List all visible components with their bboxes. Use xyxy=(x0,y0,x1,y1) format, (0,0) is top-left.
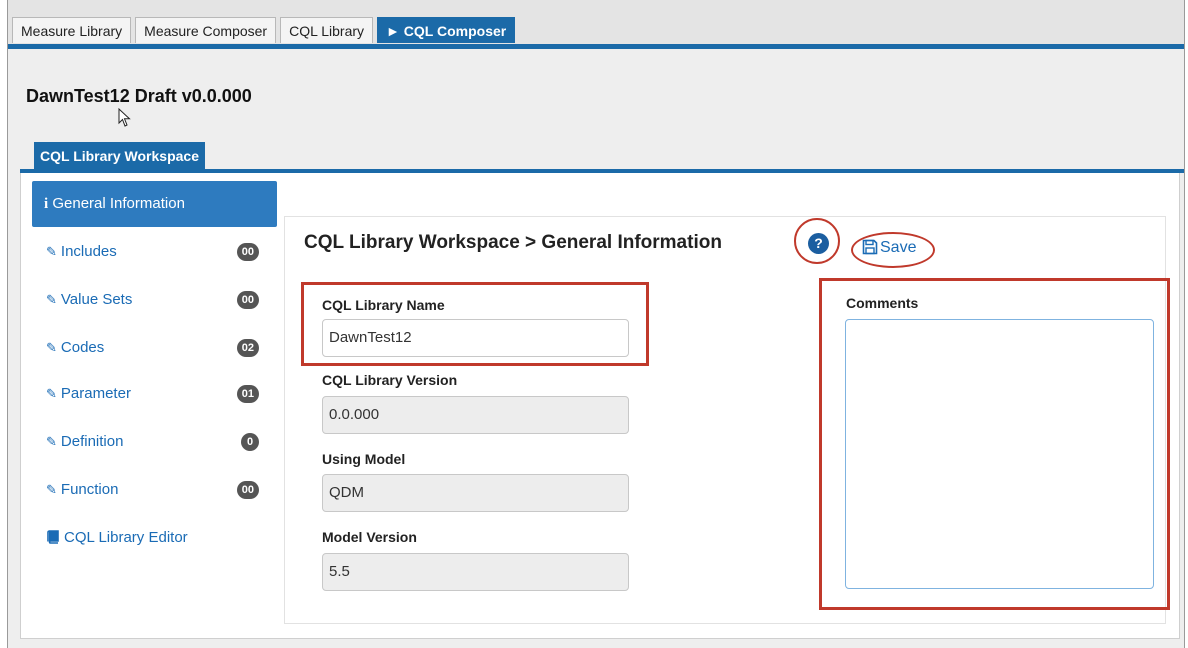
tab-cql-library-workspace[interactable]: CQL Library Workspace xyxy=(34,142,205,170)
pencil-icon: ✎ xyxy=(46,482,57,497)
tab-cql-library[interactable]: CQL Library xyxy=(280,17,374,43)
sidebar-item-label: CQL Library Editor xyxy=(64,529,188,546)
count-badge: 01 xyxy=(236,385,259,403)
sidebar-item-value-sets[interactable]: ✎ Value Sets 00 xyxy=(32,284,277,316)
tab-measure-composer[interactable]: Measure Composer xyxy=(135,17,277,43)
tab-measure-library[interactable]: Measure Library xyxy=(12,17,132,43)
count-badge: 00 xyxy=(236,243,259,261)
pencil-icon: ✎ xyxy=(46,386,57,401)
library-version-field: 0.0.000 xyxy=(322,396,629,434)
count-badge: 02 xyxy=(236,339,259,357)
using-model-label: Using Model xyxy=(322,451,406,467)
sidebar-item-label: General Information xyxy=(52,195,185,212)
count-badge: 00 xyxy=(236,291,259,309)
count-badge: 00 xyxy=(236,481,259,499)
annotation-box-comments xyxy=(819,278,1170,610)
pencil-icon: ✎ xyxy=(46,244,57,259)
sidebar-item-definition[interactable]: ✎ Definition 0 xyxy=(32,426,277,458)
using-model-field: QDM xyxy=(322,474,629,512)
page-title: DawnTest12 Draft v0.0.000 xyxy=(26,86,252,106)
model-version-field: 5.5 xyxy=(322,553,629,591)
info-icon: i xyxy=(44,196,49,212)
sidebar-item-parameter[interactable]: ✎ Parameter 01 xyxy=(32,378,277,410)
tab-cql-composer[interactable]: ► CQL Composer xyxy=(377,17,516,43)
sidebar-item-includes[interactable]: ✎ Includes 00 xyxy=(32,236,277,268)
sidebar-item-label: Codes xyxy=(60,339,105,356)
model-version-label: Model Version xyxy=(322,529,417,545)
section-heading: CQL Library Workspace > General Informat… xyxy=(304,232,722,253)
sidebar-item-codes[interactable]: ✎ Codes 02 xyxy=(32,332,277,364)
library-version-label: CQL Library Version xyxy=(322,372,458,388)
sidebar-item-label: Includes xyxy=(60,243,117,260)
mouse-cursor-icon xyxy=(118,108,131,127)
pencil-icon: ✎ xyxy=(46,292,57,307)
sidebar-item-cql-library-editor[interactable]: CQL Library Editor xyxy=(32,522,277,554)
annotation-circle-help xyxy=(794,218,840,264)
sidebar-item-label: Parameter xyxy=(60,385,131,402)
sidebar-item-label: Definition xyxy=(60,433,124,450)
annotation-box-library-name xyxy=(301,282,649,366)
top-tabs: Measure Library Measure Composer CQL Lib… xyxy=(12,17,516,44)
count-badge: 0 xyxy=(241,433,259,451)
sidebar-item-general-information[interactable]: i General Information xyxy=(32,181,277,227)
sidebar-item-label: Function xyxy=(60,481,119,498)
pencil-icon: ✎ xyxy=(46,434,57,449)
annotation-circle-save xyxy=(851,232,935,268)
book-icon xyxy=(47,530,59,544)
sidebar-item-function[interactable]: ✎ Function 00 xyxy=(32,474,277,506)
pencil-icon: ✎ xyxy=(46,340,57,355)
sidebar-item-label: Value Sets xyxy=(60,291,133,308)
